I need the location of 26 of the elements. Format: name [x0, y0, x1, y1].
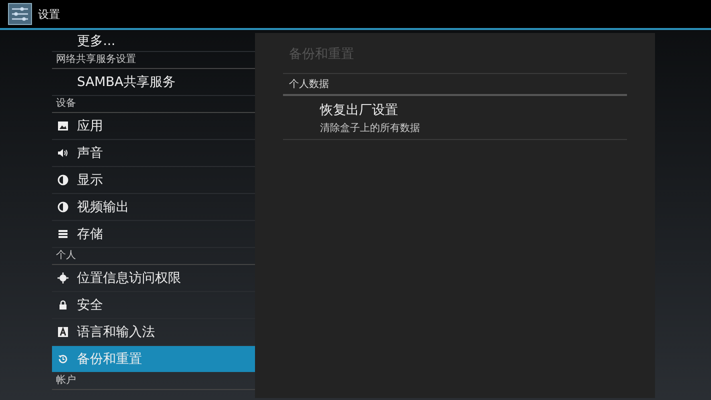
section-header: 帐户 [52, 373, 255, 390]
contrast-icon [57, 201, 69, 213]
settings-item[interactable]: 应用 [52, 113, 255, 140]
settings-item[interactable]: 显示 [52, 167, 255, 194]
section-header: 网络共享服务设置 [52, 52, 255, 69]
settings-item[interactable]: 安全 [52, 292, 255, 319]
entry-title: 恢复出厂设置 [320, 102, 399, 119]
settings-entry[interactable]: 恢复出厂设置 清除盒子上的所有数据 [283, 96, 627, 140]
location-icon [57, 272, 69, 284]
restore-icon [57, 353, 69, 365]
speaker-icon [57, 147, 69, 159]
app-title: 设置 [38, 6, 60, 22]
picture-icon [57, 120, 69, 132]
entry-summary: 清除盒子上的所有数据 [320, 122, 421, 135]
section-header: 个人 [52, 248, 255, 265]
keyboard-letter-icon [57, 326, 69, 338]
section-header: 设备 [52, 96, 255, 113]
settings-item[interactable]: 更多... [52, 30, 255, 52]
storage-icon [57, 228, 69, 240]
settings-item[interactable]: 存储 [52, 221, 255, 248]
section-header: 个人数据 [283, 74, 627, 96]
settings-item[interactable]: 位置信息访问权限 [52, 265, 255, 292]
lock-icon [57, 299, 69, 311]
contrast-icon [57, 174, 69, 186]
settings-item[interactable]: 视频输出 [52, 194, 255, 221]
settings-sliders-icon[interactable] [8, 3, 32, 25]
